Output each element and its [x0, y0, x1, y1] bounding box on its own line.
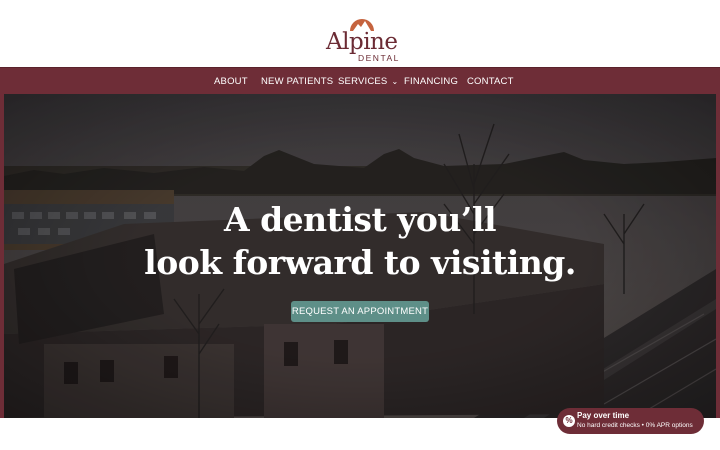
chevron-down-icon: ⌄ — [391, 77, 399, 86]
nav-about[interactable]: ABOUT — [214, 68, 248, 95]
hero-section: A dentist you’ll look forward to visitin… — [0, 94, 720, 418]
request-appointment-button[interactable]: REQUEST AN APPOINTMENT — [291, 301, 429, 322]
badge-subtitle: No hard credit checks • 0% APR options — [577, 422, 693, 429]
alpine-dental-logo[interactable]: Alpine DENTAL — [322, 6, 398, 64]
badge-title: Pay over time — [577, 411, 630, 420]
nav-contact[interactable]: CONTACT — [467, 68, 514, 95]
nav-new-patients[interactable]: NEW PATIENTS — [261, 68, 333, 95]
nav-financing[interactable]: FINANCING — [404, 68, 458, 95]
pay-over-time-badge[interactable]: % Pay over time No hard credit checks • … — [557, 408, 704, 434]
main-navigation: ABOUT NEW PATIENTS SERVICES ⌄ FINANCING C… — [0, 67, 720, 94]
brand-subtitle: DENTAL — [358, 53, 400, 63]
hero-headline-line-2: look forward to visiting. — [144, 243, 576, 282]
brand-name: Alpine — [326, 29, 398, 55]
nav-services[interactable]: SERVICES ⌄ — [338, 68, 398, 95]
percent-icon: % — [563, 415, 575, 427]
hero-headline-line-1: A dentist you’ll — [224, 200, 496, 239]
hero-headline: A dentist you’ll look forward to visitin… — [0, 198, 720, 284]
site-header: Alpine DENTAL — [0, 0, 720, 67]
